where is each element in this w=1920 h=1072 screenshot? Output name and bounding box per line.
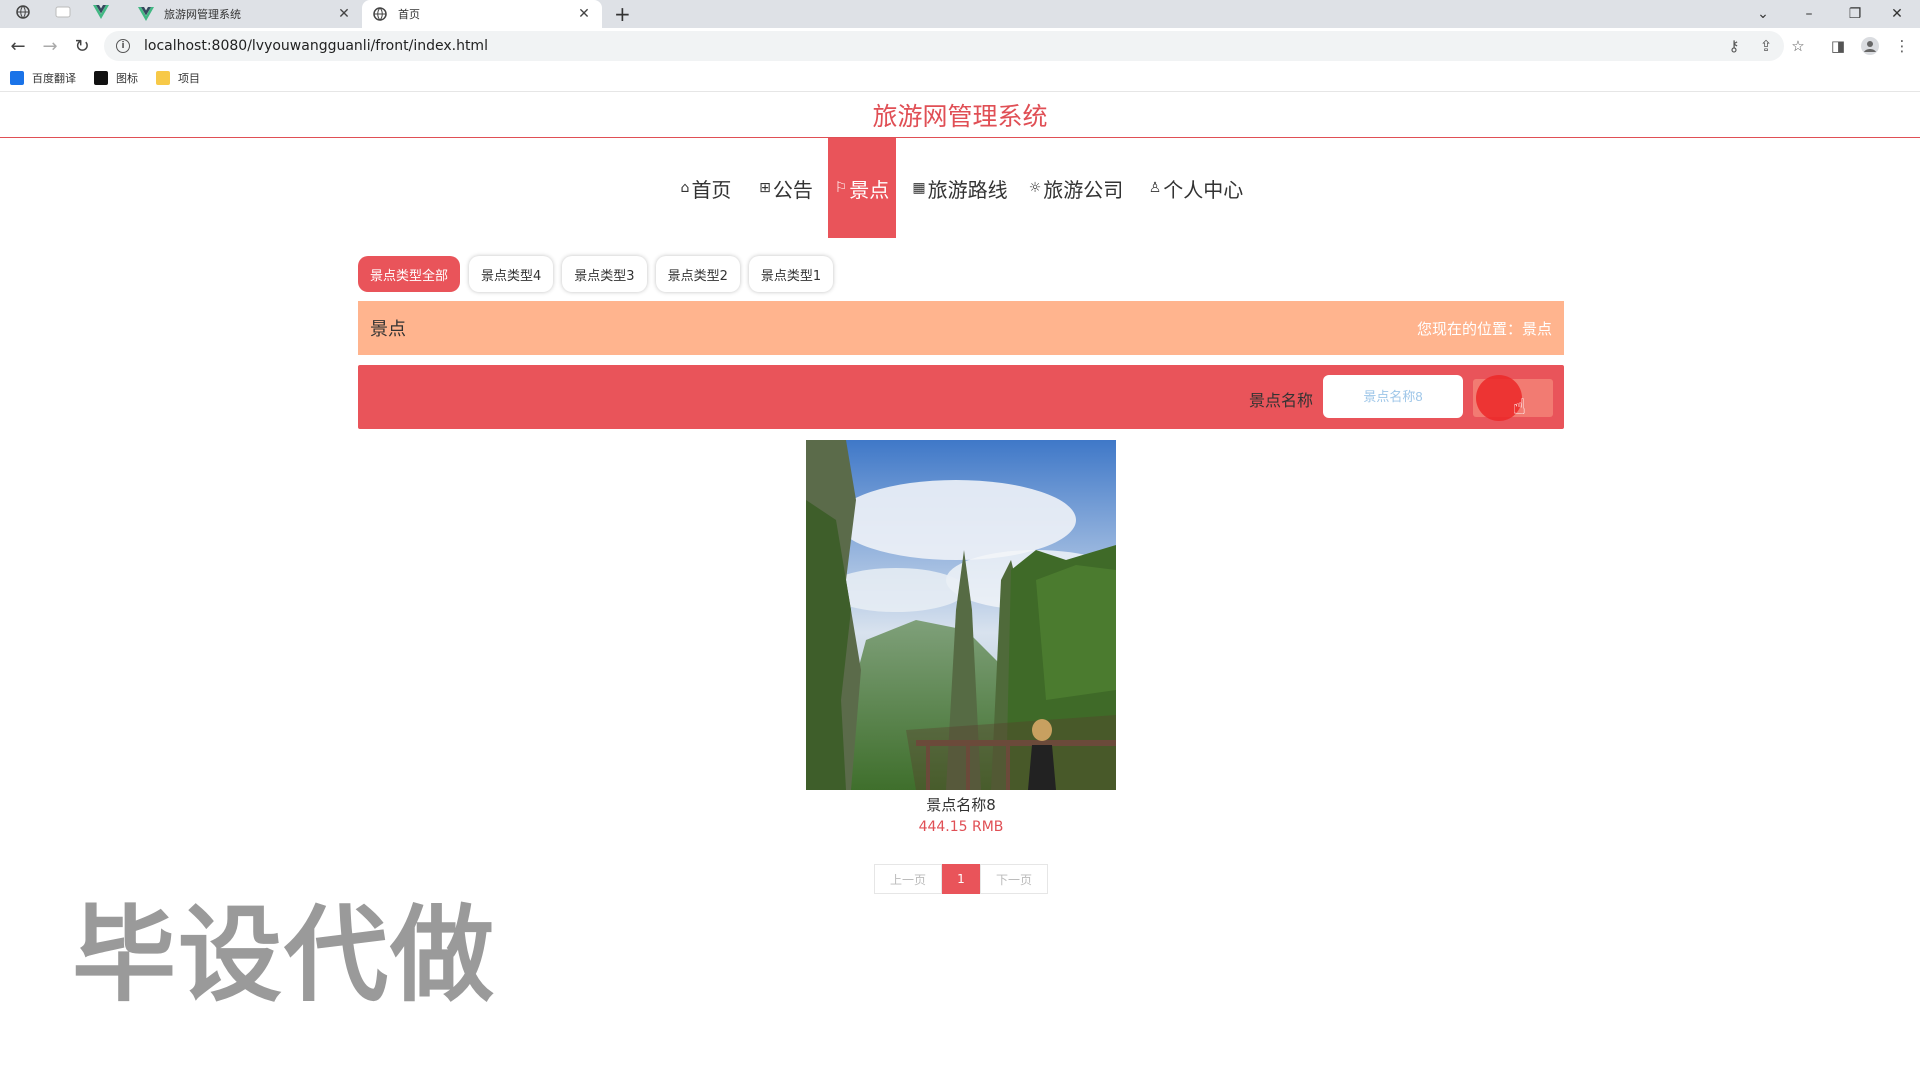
menu-kebab-icon[interactable]: ⋮ — [1892, 36, 1912, 56]
bookmarks-bar: 百度翻译 图标 项目 — [0, 64, 1920, 92]
breadcrumb: 景点 您现在的位置：景点 — [358, 301, 1564, 355]
nav-item-home[interactable]: ⌂ 首页 — [674, 138, 738, 238]
route-icon: ▦ — [912, 180, 926, 196]
pinned-tab-blank[interactable] — [46, 0, 80, 24]
vue-logo-icon — [93, 5, 109, 19]
nav-label: 旅游公司 — [1043, 177, 1124, 202]
vue-logo-icon — [138, 6, 154, 22]
share-icon[interactable]: ⇪ — [1756, 36, 1776, 56]
nav-item-companies[interactable]: ☼ 旅游公司 — [1026, 138, 1126, 238]
nav-label: 首页 — [691, 177, 732, 202]
nav-label: 景点 — [849, 177, 890, 202]
home-icon: ⌂ — [680, 180, 690, 196]
category-type-4[interactable]: 景点类型4 — [469, 256, 554, 292]
image-icon — [94, 70, 108, 85]
nav-label: 旅游路线 — [927, 177, 1008, 202]
category-type-3[interactable]: 景点类型3 — [562, 256, 647, 292]
search-label: 景点名称 — [1248, 391, 1313, 410]
forward-icon[interactable]: → — [38, 34, 62, 58]
search-bar: 景点名称 ☝ — [358, 365, 1564, 429]
address-bar[interactable]: i localhost:8080/lvyouwangguanli/front/i… — [104, 31, 1784, 61]
tab-home[interactable]: 首页 ✕ — [362, 0, 602, 28]
bookmark-label: 图标 — [116, 71, 138, 85]
tab-title: 旅游网管理系统 — [164, 8, 241, 21]
password-key-icon[interactable]: ⚷ — [1724, 36, 1744, 56]
site-title: 旅游网管理系统 — [0, 96, 1920, 138]
nav-label: 个人中心 — [1163, 177, 1244, 202]
category-type-1[interactable]: 景点类型1 — [748, 256, 834, 292]
bookmark-label: 百度翻译 — [32, 71, 76, 85]
globe-icon — [372, 6, 388, 22]
minimize-icon[interactable]: – — [1786, 0, 1832, 28]
globe-icon — [16, 5, 30, 19]
prev-page-button[interactable]: 上一页 — [874, 864, 942, 894]
page-number-current[interactable]: 1 — [942, 864, 980, 894]
reload-icon[interactable]: ↻ — [70, 34, 94, 58]
bookmark-label: 项目 — [178, 71, 200, 85]
tab-title: 首页 — [398, 8, 420, 21]
hand-cursor-icon: ☝ — [1512, 395, 1526, 420]
page-icon — [55, 6, 71, 18]
attraction-name: 景点名称8 — [926, 796, 996, 814]
site-info-icon[interactable]: i — [116, 39, 130, 53]
nav-item-profile[interactable]: ♙ 个人中心 — [1144, 138, 1248, 238]
close-tab-icon[interactable]: ✕ — [336, 6, 352, 22]
pagination: 上一页 1 下一页 — [874, 864, 1048, 894]
attraction-image[interactable] — [806, 440, 1116, 790]
bookmark-baidu-translate[interactable]: 百度翻译 — [10, 70, 76, 86]
bookmark-project[interactable]: 项目 — [156, 70, 200, 86]
category-all[interactable]: 景点类型全部 — [358, 256, 461, 292]
translate-icon — [10, 70, 24, 85]
attraction-card[interactable]: 景点名称8 444.15 RMB — [806, 440, 1116, 835]
close-tab-icon[interactable]: ✕ — [576, 6, 592, 22]
page-title: 景点 — [370, 319, 406, 340]
nav-item-notice[interactable]: ⊞ 公告 — [756, 138, 816, 238]
notice-icon: ⊞ — [759, 180, 771, 196]
attraction-price: 444.15 RMB — [918, 819, 1004, 835]
nav-label: 公告 — [772, 177, 813, 202]
current-location: 您现在的位置：景点 — [1416, 319, 1552, 338]
next-page-button[interactable]: 下一页 — [980, 864, 1048, 894]
watermark: 毕设代做 — [72, 894, 497, 1016]
folder-icon — [156, 70, 170, 85]
side-panel-icon[interactable]: ◨ — [1828, 36, 1848, 56]
bookmark-icons[interactable]: 图标 — [94, 70, 138, 86]
pinned-tab-vue[interactable] — [84, 0, 118, 24]
user-icon: ♙ — [1148, 180, 1162, 196]
nav-item-attractions[interactable]: ⚐ 景点 — [828, 138, 896, 238]
flag-icon: ⚐ — [834, 180, 848, 196]
url-text: localhost:8080/lvyouwangguanli/front/ind… — [144, 38, 488, 54]
search-input[interactable] — [1323, 375, 1463, 418]
browser-toolbar: ← → ↻ i localhost:8080/lvyouwangguanli/f… — [0, 28, 1920, 64]
bookmark-star-icon[interactable]: ☆ — [1788, 36, 1808, 56]
back-icon[interactable]: ← — [6, 34, 30, 58]
main-nav: ⌂ 首页 ⊞ 公告 ⚐ 景点 ▦ 旅游路线 ☼ 旅游公司 ♙ 个人中心 — [0, 138, 1920, 238]
nav-item-routes[interactable]: ▦ 旅游路线 — [910, 138, 1010, 238]
pinned-tab-globe[interactable] — [6, 0, 40, 24]
category-type-2[interactable]: 景点类型2 — [655, 256, 740, 292]
browser-tab-bar: 旅游网管理系统 ✕ 首页 ✕ + ⌄ – ❐ ✕ — [0, 0, 1920, 28]
profile-avatar-icon[interactable] — [1860, 36, 1880, 56]
gear-icon: ☼ — [1028, 180, 1042, 196]
restore-icon[interactable]: ❐ — [1832, 0, 1878, 28]
tab-admin-system[interactable]: 旅游网管理系统 ✕ — [128, 0, 362, 28]
tab-search-chevron-icon[interactable]: ⌄ — [1740, 0, 1786, 28]
close-window-icon[interactable]: ✕ — [1874, 0, 1920, 28]
category-filter: 景点类型全部 景点类型4 景点类型3 景点类型2 景点类型1 — [358, 256, 842, 292]
new-tab-icon[interactable]: + — [614, 2, 631, 26]
